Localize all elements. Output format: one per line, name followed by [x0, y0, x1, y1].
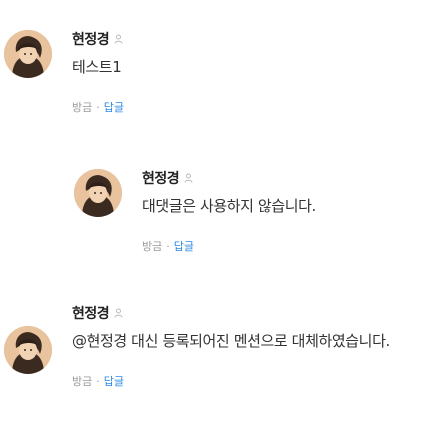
comment-author: 현정경 — [72, 32, 110, 48]
avatar-icon — [4, 326, 52, 374]
reply-item: 현정경 대댓글은 사용하지 않습니다. 방금 · 답글 — [74, 169, 316, 254]
person-icon — [184, 173, 193, 183]
like-link[interactable]: 방금 — [72, 99, 92, 115]
reply-link[interactable]: 답글 — [104, 373, 124, 389]
avatar-icon — [4, 30, 52, 78]
comment-text: 테스트1 — [72, 58, 122, 76]
like-link[interactable]: 방금 — [72, 373, 92, 389]
like-link[interactable]: 방금 — [142, 238, 162, 254]
comment-author: 현정경 — [142, 171, 180, 187]
reply-link[interactable]: 답글 — [104, 99, 124, 115]
separator: · — [96, 100, 100, 114]
comment-text: @현정경 대신 등록되어진 멘션으로 대체하였습니다. — [72, 332, 390, 350]
person-icon — [114, 308, 123, 318]
comment-author: 현정경 — [72, 306, 110, 322]
comment-item: 현정경 @현정경 대신 등록되어진 멘션으로 대체하였습니다. 방금 · 답글 — [4, 306, 390, 389]
reply-link[interactable]: 답글 — [174, 238, 194, 254]
avatar[interactable] — [74, 169, 122, 217]
avatar[interactable] — [4, 30, 52, 78]
avatar[interactable] — [4, 326, 52, 374]
person-icon — [114, 34, 123, 44]
comment-text: 대댓글은 사용하지 않습니다. — [142, 197, 316, 215]
separator: · — [166, 239, 170, 253]
avatar-icon — [74, 169, 122, 217]
comment-item: 현정경 테스트1 방금 · 답글 — [4, 30, 124, 115]
separator: · — [96, 374, 100, 388]
